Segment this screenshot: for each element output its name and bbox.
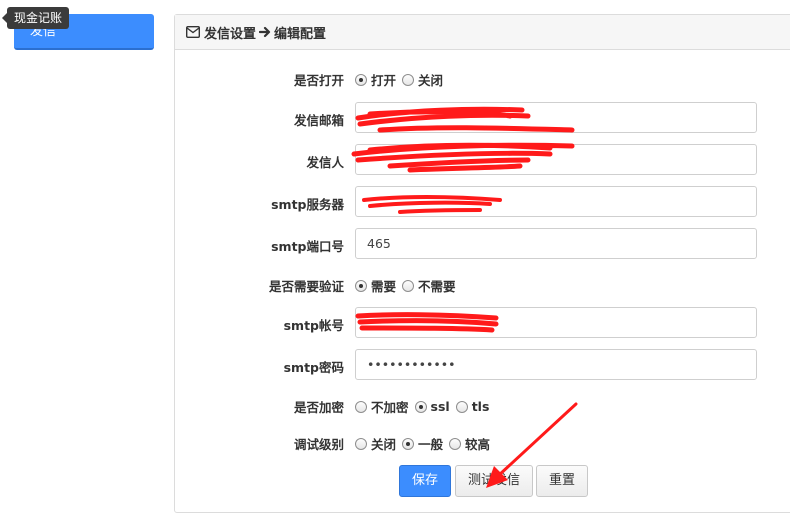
debug-label: 调试级别 — [293, 437, 344, 452]
sender-email-label: 发信邮箱 — [293, 113, 344, 128]
panel-title: 发信设置 — [204, 26, 257, 42]
encryption-option-tls[interactable]: tls — [455, 399, 489, 414]
reset-button[interactable]: 重置 — [536, 465, 588, 497]
radio-checked[interactable] — [402, 437, 415, 450]
enable-radio-group: 打开 关闭 — [355, 70, 449, 89]
smtp-server-label: smtp服务器 — [271, 197, 344, 212]
smtp-port-field[interactable]: 465 — [355, 228, 757, 259]
radio-checked[interactable] — [414, 400, 427, 413]
auth-radio-group: 需要 不需要 — [355, 276, 462, 295]
auth-option-required[interactable]: 需要 — [355, 276, 396, 295]
enable-label: 是否打开 — [293, 73, 344, 88]
smtp-password-label: smtp密码 — [283, 360, 344, 375]
test-send-button[interactable]: 测试发信 — [455, 465, 533, 497]
debug-option-off[interactable]: 关闭 — [355, 434, 396, 453]
radio-unchecked[interactable] — [355, 400, 367, 413]
radio-unchecked[interactable] — [449, 437, 462, 450]
envelope-icon — [186, 26, 200, 38]
encryption-option-none[interactable]: 不加密 — [355, 397, 409, 416]
auth-option-not-required[interactable]: 不需要 — [402, 276, 456, 295]
tooltip: 现金记账 — [1, 7, 70, 29]
panel-subtitle: 编辑配置 — [274, 26, 327, 42]
smtp-account-field[interactable] — [355, 307, 757, 338]
radio-unchecked[interactable] — [455, 400, 468, 413]
smtp-password-field[interactable]: •••••••••••• — [355, 349, 757, 380]
save-button[interactable]: 保存 — [399, 465, 451, 497]
debug-option-normal[interactable]: 一般 — [402, 434, 443, 453]
sender-email-field[interactable] — [355, 102, 757, 133]
auth-label: 是否需要验证 — [268, 279, 344, 294]
debug-radio-group: 关闭 一般 较高 — [355, 434, 496, 453]
radio-checked[interactable] — [355, 73, 367, 86]
encryption-option-ssl[interactable]: ssl — [414, 399, 450, 414]
radio-unchecked[interactable] — [402, 73, 415, 86]
arrow-right-icon — [259, 26, 271, 38]
encryption-label: 是否加密 — [293, 400, 344, 415]
smtp-account-label: smtp帐号 — [283, 318, 344, 333]
sender-name-label: 发信人 — [306, 155, 344, 170]
radio-unchecked[interactable] — [355, 437, 367, 450]
panel-header: 发信设置 编辑配置 — [175, 15, 790, 50]
enable-option-on[interactable]: 打开 — [355, 70, 396, 89]
enable-option-off[interactable]: 关闭 — [402, 70, 443, 89]
encryption-radio-group: 不加密 ssl tls — [355, 397, 495, 416]
debug-option-high[interactable]: 较高 — [449, 434, 490, 453]
radio-checked[interactable] — [355, 279, 367, 292]
smtp-server-field[interactable] — [355, 186, 757, 217]
smtp-port-label: smtp端口号 — [271, 239, 344, 254]
radio-unchecked[interactable] — [402, 279, 415, 292]
sender-name-field[interactable] — [355, 144, 757, 175]
